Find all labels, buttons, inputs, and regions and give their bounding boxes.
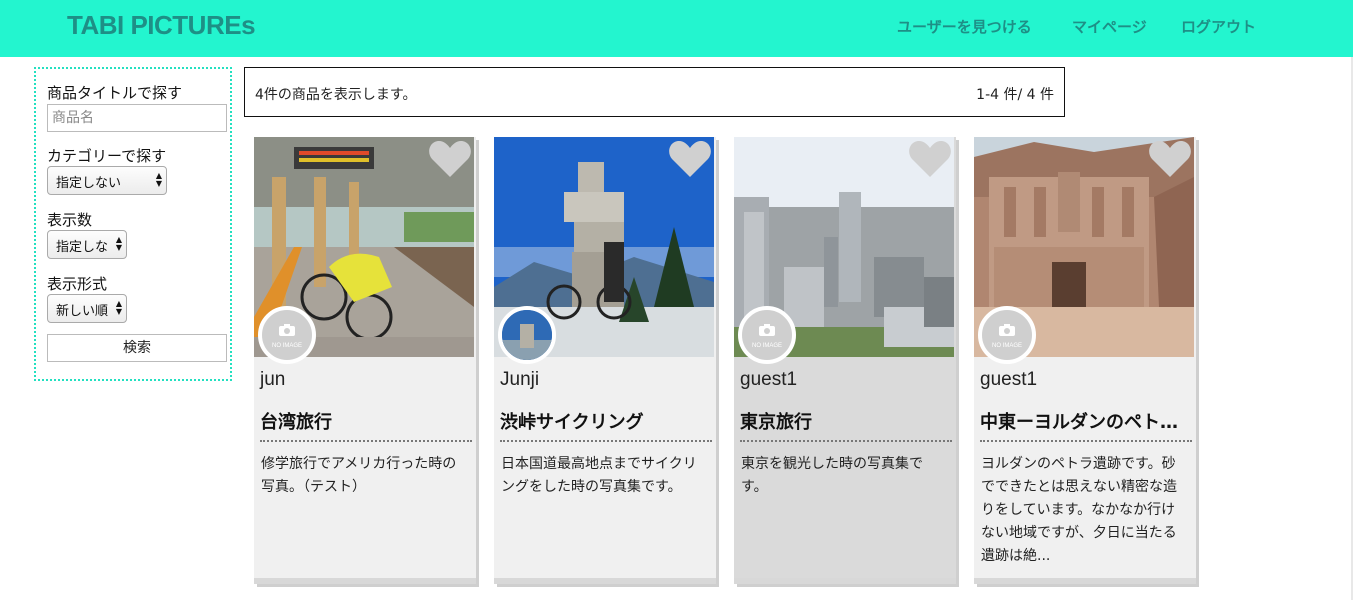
result-summary-bar: 4件の商品を表示します。 1-4 件/ 4 件 (244, 67, 1065, 117)
product-card[interactable]: NO IMAGE guest1 中東ーヨルダンのペトラ遺跡 ヨルダンのペトラ遺跡… (974, 137, 1196, 584)
heart-icon[interactable] (428, 139, 472, 179)
format-select-value: 新しい順 (56, 304, 109, 319)
product-card[interactable]: NO IMAGE guest1 東京旅行 東京を観光した時の写真集です。 (734, 137, 956, 584)
select-arrows-icon: ▲ ▼ (155, 171, 162, 188)
card-divider (980, 440, 1192, 442)
title-search-label: 商品タイトルで探す (47, 84, 183, 102)
user-avatar[interactable]: NO IMAGE (258, 306, 316, 364)
category-label: カテゴリーで探す (47, 147, 167, 165)
card-divider (740, 440, 952, 442)
format-label: 表示形式 (47, 275, 108, 293)
select-arrows-icon: ▲ ▼ (115, 299, 122, 316)
user-avatar[interactable]: NO IMAGE (738, 306, 796, 364)
format-select[interactable]: 新しい順 ▲ ▼ (47, 294, 127, 323)
header-bar: TABI PICTUREs ユーザーを見つける マイページ ログアウト (0, 0, 1353, 57)
card-footer (974, 578, 1196, 584)
user-avatar[interactable] (498, 306, 556, 364)
user-avatar[interactable]: NO IMAGE (978, 306, 1036, 364)
card-footer (254, 578, 476, 584)
card-title[interactable]: 東京旅行 (740, 408, 948, 434)
count-select-value: 指定しな (56, 240, 109, 255)
nav-logout[interactable]: ログアウト (1181, 16, 1256, 37)
no-image-text: NO IMAGE (271, 343, 302, 349)
card-title[interactable]: 台湾旅行 (260, 408, 468, 434)
card-title[interactable]: 渋峠サイクリング (500, 408, 708, 434)
product-card[interactable]: NO IMAGE jun 台湾旅行 修学旅行でアメリカ行った時の写真。（テスト） (254, 137, 476, 584)
brand-logo[interactable]: TABI PICTUREs (67, 10, 256, 41)
camera-icon (999, 324, 1015, 336)
card-description: 日本国道最高地点までサイクリングをした時の写真集です。 (501, 456, 697, 495)
camera-icon (279, 324, 295, 336)
card-divider (500, 440, 712, 442)
card-username[interactable]: Junji (500, 369, 539, 391)
card-footer (734, 578, 956, 584)
card-username[interactable]: guest1 (980, 369, 1037, 391)
search-sidebar: 商品タイトルで探す カテゴリーで探す 指定しない ▲▼ 表示数 指定しな ▲▼ … (34, 67, 232, 381)
card-divider (260, 440, 472, 442)
select-arrows-icon: ▲ ▼ (115, 235, 122, 252)
card-footer (494, 578, 716, 584)
heart-icon[interactable] (1148, 139, 1192, 179)
user-photo (502, 310, 552, 360)
count-select[interactable]: 指定しな ▲ ▼ (47, 230, 127, 259)
heart-icon[interactable] (668, 139, 712, 179)
search-button[interactable]: 検索 (47, 334, 227, 362)
count-label: 表示数 (47, 211, 93, 229)
camera-icon (759, 324, 775, 336)
category-select[interactable]: 指定しない ▲ ▼ (47, 166, 167, 195)
result-message: 4件の商品を表示します。 (255, 87, 417, 103)
heart-icon[interactable] (908, 139, 952, 179)
nav-my-page[interactable]: マイページ (1072, 16, 1147, 37)
card-description: ヨルダンのペトラ遺跡です。砂でできたとは思えない精密な造りをしています。なかなか… (981, 456, 1177, 564)
card-username[interactable]: jun (260, 369, 285, 391)
card-description: 修学旅行でアメリカ行った時の写真。（テスト） (261, 456, 457, 495)
category-select-value: 指定しない (56, 176, 122, 191)
product-card[interactable]: Junji 渋峠サイクリング 日本国道最高地点までサイクリングをした時の写真集で… (494, 137, 716, 584)
title-search-input[interactable] (47, 104, 227, 132)
card-username[interactable]: guest1 (740, 369, 797, 391)
result-count: 1-4 件/ 4 件 (976, 87, 1054, 103)
card-title[interactable]: 中東ーヨルダンのペトラ遺跡 (980, 408, 1188, 434)
no-image-text: NO IMAGE (751, 343, 782, 349)
card-description: 東京を観光した時の写真集です。 (741, 456, 923, 495)
nav-find-users[interactable]: ユーザーを見つける (897, 16, 1032, 37)
no-image-text: NO IMAGE (991, 343, 1022, 349)
